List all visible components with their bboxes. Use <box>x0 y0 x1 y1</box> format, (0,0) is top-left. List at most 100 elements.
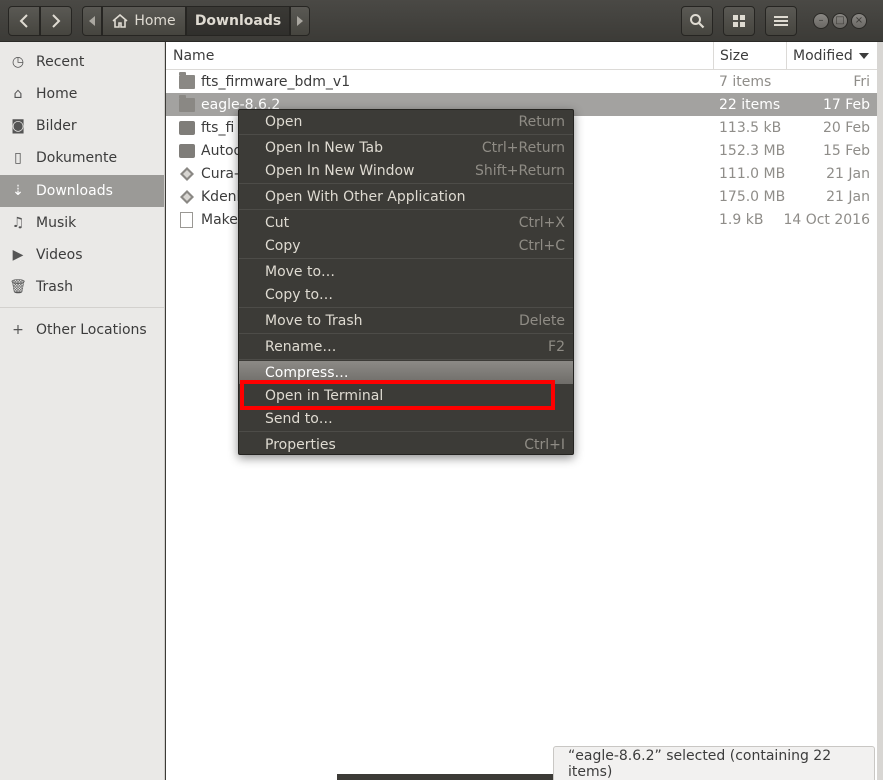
sidebar-item-dokumente[interactable]: ▯ Dokumente <box>0 142 164 174</box>
sidebar-item-label: Other Locations <box>36 322 147 338</box>
annotation-highlight-box <box>240 380 555 410</box>
sidebar-item-bilder[interactable]: ◙ Bilder <box>0 110 164 142</box>
search-icon <box>690 14 705 29</box>
folder-icon <box>179 94 195 112</box>
clock-icon: ◷ <box>11 54 25 70</box>
home-icon <box>112 14 128 28</box>
menu-accelerator: Ctrl+C <box>518 237 565 254</box>
menu-separator <box>239 209 573 210</box>
menu-item-send-to[interactable]: Send to… <box>239 407 573 430</box>
menu-item-cut[interactable]: Cut Ctrl+X <box>239 211 573 234</box>
column-header-size[interactable]: Size <box>713 42 786 70</box>
menu-item-rename[interactable]: Rename… F2 <box>239 335 573 358</box>
sidebar-item-videos[interactable]: ▶ Videos <box>0 239 164 271</box>
sidebar-item-label: Trash <box>36 279 73 295</box>
column-header-name[interactable]: Name <box>173 42 214 70</box>
file-modified: 21 Jan <box>826 188 870 205</box>
forward-button[interactable] <box>40 6 72 36</box>
triangle-right-icon <box>297 16 303 26</box>
file-size: 175.0 MB <box>719 188 786 205</box>
menu-item-copy[interactable]: Copy Ctrl+C <box>239 234 573 257</box>
grid-icon <box>733 15 745 27</box>
sidebar-item-label: Musik <box>36 215 77 231</box>
menu-item-label: Open <box>265 113 303 130</box>
file-name: Make <box>201 211 238 228</box>
sidebar-item-recent[interactable]: ◷ Recent <box>0 46 164 78</box>
menu-separator <box>239 307 573 308</box>
sidebar-item-home[interactable]: ⌂ Home <box>0 78 164 110</box>
app-menu-button[interactable] <box>765 6 797 36</box>
document-icon: ▯ <box>14 150 22 166</box>
menu-item-copy-to[interactable]: Copy to… <box>239 283 573 306</box>
menu-item-move-to[interactable]: Move to… <box>239 260 573 283</box>
menu-item-label: Cut <box>265 214 290 231</box>
sidebar: ◷ Recent ⌂ Home ◙ Bilder ▯ Dokumente ⇣ D… <box>0 42 165 780</box>
plus-icon: + <box>12 322 24 338</box>
sidebar-item-downloads[interactable]: ⇣ Downloads <box>0 175 164 207</box>
file-size: 7 items <box>719 73 772 90</box>
trash-icon: 🗑 <box>9 279 27 295</box>
menu-item-label: Open In New Tab <box>265 139 383 156</box>
menu-accelerator: Return <box>518 113 565 130</box>
path-home-button[interactable]: Home <box>102 6 186 36</box>
column-header-modified-label: Modified <box>793 48 853 64</box>
menu-separator <box>239 431 573 432</box>
table-row[interactable]: fts_firmware_bdm_v1 7 items Fri <box>166 70 877 93</box>
menu-item-properties[interactable]: Properties Ctrl+I <box>239 433 573 456</box>
file-name: Autod <box>201 142 243 159</box>
file-modified: 15 Feb <box>822 142 870 159</box>
sidebar-item-label: Bilder <box>36 118 77 134</box>
menu-item-label: Open In New Window <box>265 162 415 179</box>
back-button[interactable] <box>8 6 40 36</box>
menu-item-label: Move to… <box>265 263 336 280</box>
path-scroll-right-button[interactable] <box>290 6 310 36</box>
menu-accelerator: Ctrl+I <box>524 436 565 453</box>
menu-item-open-new-tab[interactable]: Open In New Tab Ctrl+Return <box>239 136 573 159</box>
sort-descending-icon <box>858 53 869 59</box>
sidebar-item-label: Dokumente <box>36 150 118 166</box>
text-file-icon <box>180 211 193 228</box>
file-size: 152.3 MB <box>719 142 786 159</box>
file-size: 1.9 kB <box>719 211 764 228</box>
menu-accelerator: Shift+Return <box>474 162 565 179</box>
file-name: fts_firmware_bdm_v1 <box>201 73 351 90</box>
sidebar-separator <box>0 307 164 308</box>
file-size: 22 items <box>719 96 781 113</box>
menu-item-label: Compress… <box>265 364 349 381</box>
menu-item-label: Copy <box>265 237 301 254</box>
menu-item-move-to-trash[interactable]: Move to Trash Delete <box>239 309 573 332</box>
sidebar-item-musik[interactable]: ♫ Musik <box>0 207 164 239</box>
sidebar-item-label: Recent <box>36 54 85 70</box>
menu-item-open-new-window[interactable]: Open In New Window Shift+Return <box>239 159 573 182</box>
search-button[interactable] <box>681 6 713 36</box>
menu-item-label: Move to Trash <box>265 312 363 329</box>
archive-icon <box>179 120 195 135</box>
minimize-button[interactable]: – <box>813 13 829 29</box>
scrollbar-track[interactable] <box>877 42 883 780</box>
hamburger-icon <box>774 16 788 26</box>
menu-separator <box>239 333 573 334</box>
menu-item-open[interactable]: Open Return <box>239 110 573 133</box>
column-header-modified[interactable]: Modified <box>786 42 877 70</box>
menu-item-label: Rename… <box>265 338 337 355</box>
menu-item-label: Open With Other Application <box>265 188 466 205</box>
path-scroll-left-button[interactable] <box>82 6 102 36</box>
file-modified: Fri <box>853 73 870 90</box>
file-modified: 14 Oct 2016 <box>783 211 870 228</box>
file-name: Cura- <box>201 165 240 182</box>
menu-accelerator: F2 <box>548 338 565 355</box>
sidebar-item-label: Home <box>36 86 78 102</box>
file-modified: 17 Feb <box>822 96 870 113</box>
file-name: fts_fi <box>201 119 235 136</box>
close-button[interactable]: × <box>851 13 867 29</box>
sidebar-item-other-locations[interactable]: + Other Locations <box>0 314 164 346</box>
view-toggle-button[interactable] <box>723 6 755 36</box>
header-bar: Home Downloads – □ × <box>0 0 883 42</box>
menu-item-open-with[interactable]: Open With Other Application <box>239 185 573 208</box>
path-downloads-button[interactable]: Downloads <box>186 6 290 36</box>
archive-icon <box>179 143 195 158</box>
maximize-button[interactable]: □ <box>832 13 848 29</box>
sidebar-item-trash[interactable]: 🗑 Trash <box>0 271 164 303</box>
close-icon: × <box>854 15 864 26</box>
file-size: 111.0 MB <box>719 165 786 182</box>
